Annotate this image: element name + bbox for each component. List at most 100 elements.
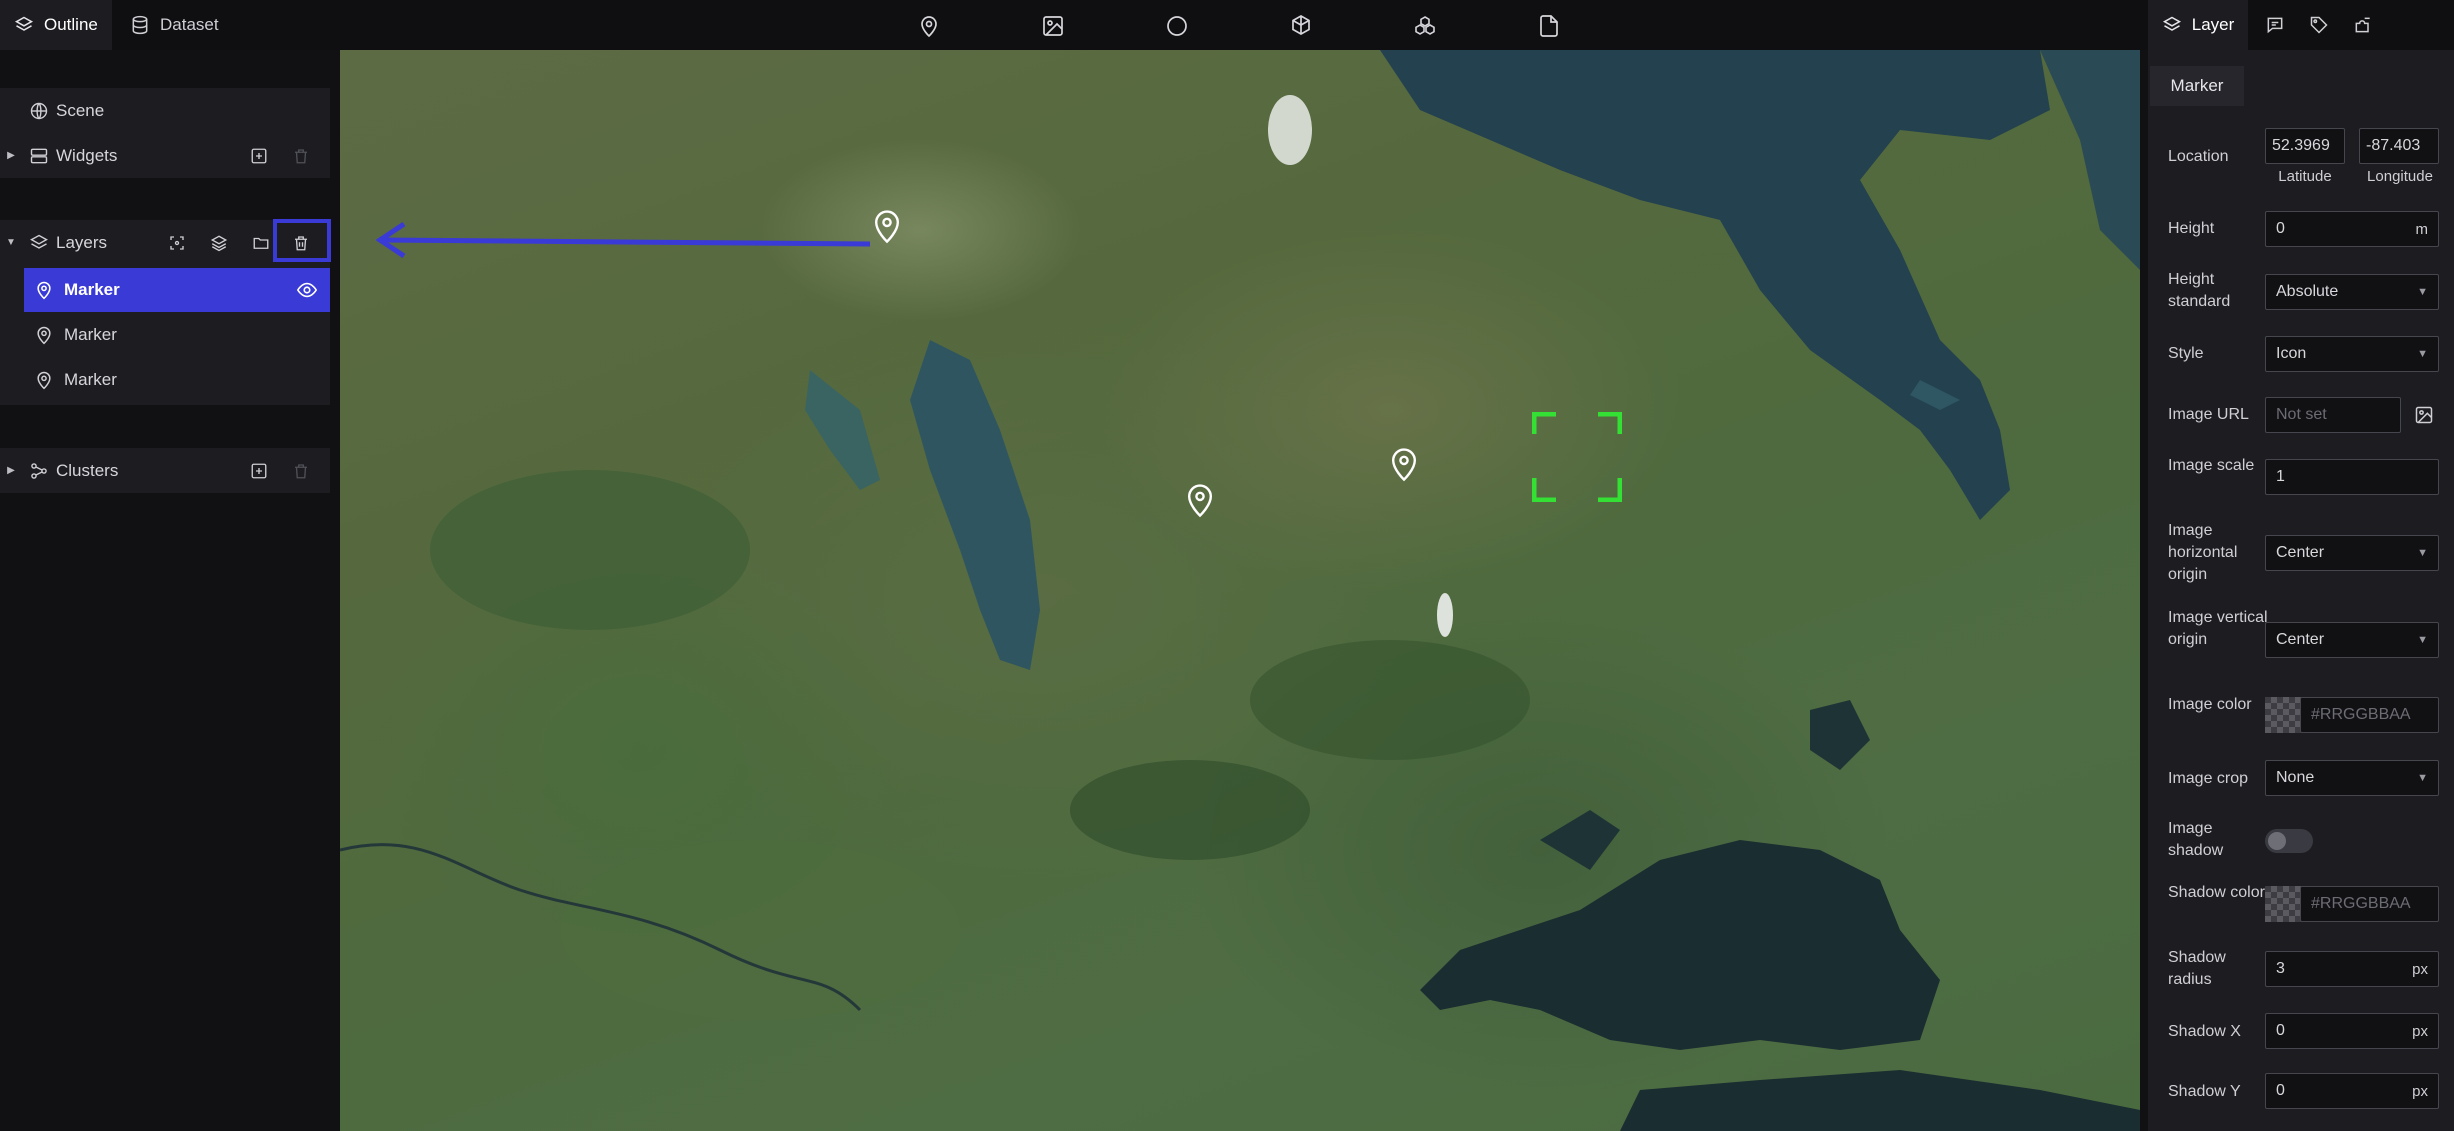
- delete-widget-button[interactable]: [286, 133, 316, 178]
- image-shadow-toggle[interactable]: [2265, 829, 2313, 853]
- map-viewport[interactable]: [340, 50, 2140, 1131]
- chevron-down-icon: ▼: [2417, 634, 2428, 646]
- layer-item-marker-3[interactable]: Marker: [24, 358, 330, 402]
- shadow-radius-unit: px: [2412, 960, 2428, 978]
- image-crop-value: None: [2276, 769, 2315, 786]
- tab-infobox[interactable]: [2258, 0, 2292, 50]
- infobox-icon: [2265, 15, 2285, 35]
- shadow-color-swatch[interactable]: [2265, 886, 2301, 922]
- scene-item[interactable]: Scene: [0, 88, 330, 133]
- longitude-input[interactable]: -87.403: [2359, 128, 2439, 164]
- layers-icon: [2162, 15, 2182, 35]
- height-input[interactable]: 0 m: [2265, 211, 2439, 247]
- tab-plugin[interactable]: [2346, 0, 2380, 50]
- marker-tool-button[interactable]: [912, 9, 946, 43]
- style-select[interactable]: Icon ▼: [2265, 336, 2439, 372]
- image-color-input[interactable]: #RRGGBBAA: [2300, 697, 2439, 733]
- map-marker-1[interactable]: [872, 208, 902, 244]
- subtab-marker[interactable]: Marker: [2150, 66, 2244, 106]
- tab-layer[interactable]: Layer: [2148, 0, 2248, 50]
- longitude-label: Longitude: [2367, 168, 2433, 185]
- height-standard-value: Absolute: [2276, 283, 2339, 300]
- height-unit: m: [2415, 220, 2429, 238]
- shadow-radius-value: 3: [2276, 960, 2285, 977]
- shadow-y-input[interactable]: 0 px: [2265, 1073, 2439, 1109]
- chevron-down-icon: ▼: [2417, 348, 2428, 360]
- latitude-input[interactable]: 52.3969: [2265, 128, 2345, 164]
- image-h-origin-label: Image horizontal origin: [2168, 522, 2238, 583]
- shadow-x-value: 0: [2276, 1022, 2285, 1039]
- trash-icon: [292, 462, 310, 480]
- outline-panel: [0, 50, 340, 1131]
- clusters-item[interactable]: ▶ Clusters: [0, 448, 330, 493]
- add-widget-button[interactable]: [244, 133, 274, 178]
- height-label: Height: [2168, 220, 2215, 237]
- expand-caret-icon[interactable]: ▶: [0, 465, 22, 476]
- add-folder-button[interactable]: [246, 220, 276, 265]
- annotation-arrow: [370, 222, 870, 262]
- add-cluster-button[interactable]: [244, 448, 274, 493]
- highlight-box: [273, 219, 331, 262]
- model-tool-button[interactable]: [1284, 9, 1318, 43]
- map-marker-selected[interactable]: [1389, 446, 1419, 482]
- image-crop-select[interactable]: None ▼: [2265, 760, 2439, 796]
- layers-plus-icon: [210, 234, 228, 252]
- circle-tool-icon: [1165, 14, 1189, 38]
- focus-icon: [168, 234, 186, 252]
- image-color-swatch[interactable]: [2265, 697, 2301, 733]
- layer-item-label: Marker: [64, 325, 117, 344]
- image-scale-label: Image scale: [2168, 457, 2255, 474]
- tab-dataset-label: Dataset: [160, 15, 219, 34]
- layer-item-marker-1[interactable]: Marker: [24, 268, 330, 312]
- image-scale-input[interactable]: 1: [2265, 459, 2439, 495]
- expand-caret-icon[interactable]: ▶: [0, 150, 22, 161]
- image-tool-button[interactable]: [1036, 9, 1070, 43]
- widgets-label: Widgets: [56, 145, 118, 165]
- image-v-origin-value: Center: [2276, 631, 2325, 648]
- collapse-caret-icon[interactable]: ▼: [0, 237, 22, 248]
- style-label: Style: [2168, 345, 2204, 362]
- tab-outline[interactable]: Outline: [0, 0, 112, 50]
- eye-icon[interactable]: [296, 279, 318, 301]
- circle-tool-button[interactable]: [1160, 9, 1194, 43]
- tab-layer-label: Layer: [2191, 15, 2235, 34]
- image-crop-label: Image crop: [2168, 770, 2249, 787]
- layer-item-label: Marker: [64, 280, 120, 299]
- height-standard-select[interactable]: Absolute ▼: [2265, 274, 2439, 310]
- tileset-tool-icon: [1413, 14, 1437, 38]
- delete-cluster-button[interactable]: [286, 448, 316, 493]
- file-tool-button[interactable]: [1532, 9, 1566, 43]
- shadow-radius-label: Shadow radius: [2168, 949, 2226, 988]
- shadow-radius-input[interactable]: 3 px: [2265, 951, 2439, 987]
- shadow-color-input[interactable]: #RRGGBBAA: [2300, 886, 2439, 922]
- file-tool-icon: [1537, 14, 1561, 38]
- image-url-input[interactable]: Not set: [2265, 397, 2401, 433]
- style-value: Icon: [2276, 345, 2307, 362]
- shadow-y-label: Shadow Y: [2168, 1083, 2241, 1100]
- image-shadow-label: Image shadow: [2168, 820, 2224, 859]
- select-layer-button[interactable]: [162, 220, 192, 265]
- image-picker-icon[interactable]: [2414, 405, 2434, 425]
- shadow-x-label: Shadow X: [2168, 1023, 2241, 1040]
- image-url-placeholder: Not set: [2276, 406, 2327, 423]
- image-color-label: Image color: [2168, 696, 2252, 713]
- tab-tag[interactable]: [2302, 0, 2336, 50]
- tab-dataset[interactable]: Dataset: [116, 0, 233, 50]
- plugin-icon: [2353, 15, 2373, 35]
- clusters-label: Clusters: [56, 460, 119, 480]
- image-h-origin-select[interactable]: Center ▼: [2265, 535, 2439, 571]
- shadow-x-input[interactable]: 0 px: [2265, 1013, 2439, 1049]
- tileset-tool-button[interactable]: [1408, 9, 1442, 43]
- widgets-item[interactable]: ▶ Widgets: [0, 133, 330, 178]
- add-layer-button[interactable]: [204, 220, 234, 265]
- scene-label: Scene: [56, 100, 105, 120]
- layer-item-marker-2[interactable]: Marker: [24, 313, 330, 357]
- folder-icon: [252, 234, 270, 252]
- layers-icon: [22, 233, 56, 253]
- model-tool-icon: [1289, 14, 1313, 38]
- shadow-color-placeholder: #RRGGBBAA: [2311, 895, 2411, 912]
- marker-icon: [34, 325, 54, 345]
- shadow-x-unit: px: [2412, 1022, 2428, 1040]
- map-marker-2[interactable]: [1185, 482, 1215, 518]
- image-v-origin-select[interactable]: Center ▼: [2265, 622, 2439, 658]
